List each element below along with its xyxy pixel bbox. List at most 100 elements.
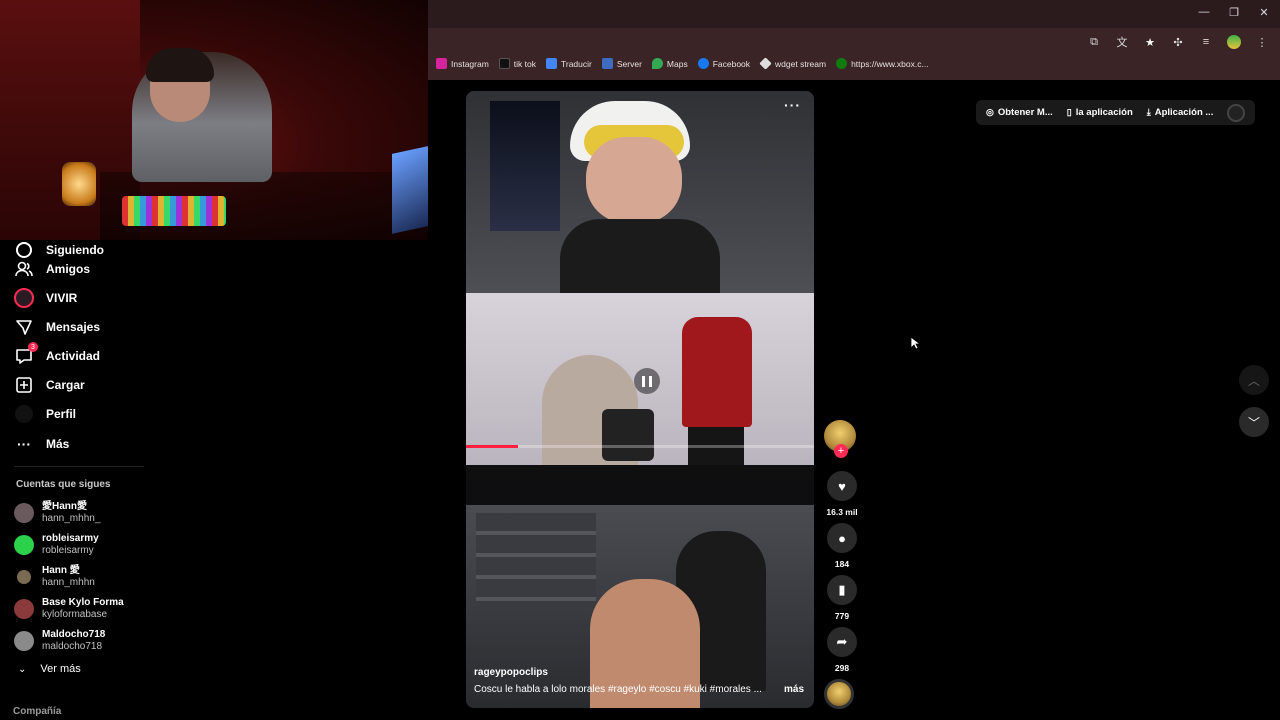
video-inner-progress-fill: [466, 445, 519, 448]
bookmark[interactable]: Instagram: [436, 58, 489, 69]
video-inner-progress: [466, 445, 814, 448]
bookmark-label: tik tok: [513, 58, 536, 69]
bookmark[interactable]: https://www.xbox.c...: [836, 58, 929, 69]
maps-icon: [651, 58, 663, 69]
close-icon[interactable]: ✕: [1254, 6, 1274, 19]
nav-more[interactable]: ··· Más: [14, 432, 69, 456]
like-count: 16.3 mil: [826, 507, 858, 517]
bookmark-icon[interactable]: ▮: [827, 575, 857, 605]
sidebar-divider: [14, 466, 144, 467]
following-account[interactable]: 愛Hann愛 hann_mhhn_: [14, 501, 100, 525]
video-face: [586, 137, 682, 223]
heart-icon[interactable]: ♥: [827, 471, 857, 501]
follow-plus-icon[interactable]: +: [834, 444, 848, 458]
restore-icon[interactable]: ❐: [1224, 6, 1244, 19]
following-account[interactable]: Hann 愛 hann_mhhn: [14, 565, 95, 589]
avatar: [14, 631, 34, 651]
widget-icon: [759, 57, 772, 70]
video-frame-top: [466, 91, 814, 293]
following-account[interactable]: robleisarmy robleisarmy: [14, 533, 99, 557]
nav-activity-label: Actividad: [46, 349, 101, 363]
user-avatar[interactable]: [1227, 103, 1246, 122]
next-video-button[interactable]: ﹀: [1239, 407, 1269, 437]
account-name: Base Kylo Forma: [42, 597, 124, 608]
share-icon[interactable]: ➦: [827, 627, 857, 657]
account-name: Hann 愛: [42, 565, 80, 576]
extensions-icon[interactable]: ✣: [1170, 34, 1186, 50]
media-icon[interactable]: ≡: [1198, 34, 1214, 50]
share-action[interactable]: ➦ 298: [824, 627, 860, 673]
bookmark[interactable]: wdget stream: [759, 57, 827, 70]
caption-more-link[interactable]: más: [784, 684, 804, 695]
phone-icon: ▯: [1066, 107, 1072, 117]
video-player[interactable]: ··· rageypopoclips Coscu le habla a lolo…: [466, 91, 814, 708]
bookmark-label: Facebook: [712, 58, 751, 69]
account-handle: robleisarmy: [42, 545, 94, 556]
webcam-overlay: [0, 0, 428, 240]
bookmark-label: wdget stream: [775, 58, 827, 69]
music-disc-icon[interactable]: [824, 679, 854, 709]
messages-icon: [14, 317, 34, 337]
translate-icon[interactable]: 文: [1114, 34, 1130, 50]
get-coins-button[interactable]: ◎ Obtener M...: [986, 107, 1053, 118]
profile-avatar-icon[interactable]: [1226, 34, 1242, 50]
coin-icon: ◎: [986, 107, 994, 117]
get-app-button[interactable]: ▯ la aplicación: [1067, 107, 1133, 118]
comment-action[interactable]: ● 184: [824, 523, 860, 569]
tiktok-page: ··· rageypopoclips Coscu le habla a lolo…: [428, 80, 1280, 720]
pause-button[interactable]: [634, 368, 660, 394]
account-name: robleisarmy: [42, 533, 99, 544]
bookmark[interactable]: Facebook: [697, 58, 751, 69]
bookmark[interactable]: Server: [601, 58, 642, 69]
menu-icon[interactable]: ⋮: [1254, 34, 1270, 50]
following-account[interactable]: Base Kylo Forma kyloformabase: [14, 597, 124, 621]
video-author[interactable]: rageypopoclips: [474, 667, 804, 678]
video-body: [560, 219, 720, 293]
following-account[interactable]: Maldocho718 maldocho718: [14, 629, 105, 653]
bookmark[interactable]: Traducir: [546, 58, 592, 69]
comment-icon[interactable]: ●: [827, 523, 857, 553]
install-app-icon[interactable]: ⧉: [1086, 34, 1102, 50]
bookmark[interactable]: tik tok: [498, 58, 536, 69]
see-more-button[interactable]: ⌄ Ver más: [18, 663, 81, 675]
friends-icon: [14, 259, 34, 279]
like-action[interactable]: ♥ 16.3 mil: [824, 471, 860, 517]
profile-icon: [14, 404, 34, 424]
bookmark-label: https://www.xbox.c...: [851, 58, 929, 69]
nav-profile[interactable]: Perfil: [14, 402, 76, 426]
see-more-label: Ver más: [40, 663, 81, 675]
video-microphone: [602, 409, 654, 461]
more-options-icon[interactable]: ···: [784, 97, 801, 113]
desktop-app-button[interactable]: ⤓ Aplicación ...: [1147, 107, 1214, 118]
save-action[interactable]: ▮ 779: [824, 575, 860, 621]
nav-following-label: Siguiendo: [46, 243, 104, 257]
nav-activity[interactable]: 3 Actividad: [14, 342, 101, 368]
nav-live-label: VIVIR: [46, 291, 78, 305]
webcam-monitor: [392, 146, 428, 234]
star-icon[interactable]: ★: [1142, 34, 1158, 50]
live-icon: [14, 288, 34, 308]
nav-upload-label: Cargar: [46, 378, 85, 392]
download-icon: ⤓: [1146, 107, 1151, 117]
minimize-icon[interactable]: —: [1194, 6, 1214, 18]
nav-more-label: Más: [46, 437, 70, 451]
previous-video-button[interactable]: ︿: [1239, 365, 1269, 395]
nav-profile-label: Perfil: [46, 407, 77, 421]
nav-friends[interactable]: Amigos: [14, 257, 90, 281]
account-handle: kyloformabase: [42, 609, 108, 620]
browser-toolbar: ⧉ 文 ★ ✣ ≡ ⋮: [1086, 34, 1270, 50]
video-caption: rageypopoclips Coscu le habla a lolo mor…: [474, 667, 804, 695]
nav-upload[interactable]: Cargar: [14, 373, 85, 397]
bookmark-label: Instagram: [451, 58, 489, 69]
desktop-app-label: Aplicación ...: [1154, 107, 1214, 118]
more-icon: ···: [17, 436, 31, 452]
activity-badge: 3: [28, 342, 38, 352]
nav-messages[interactable]: Mensajes: [14, 315, 100, 339]
company-heading: Compañía: [13, 706, 62, 717]
nav-messages-label: Mensajes: [46, 320, 101, 334]
save-count: 779: [834, 611, 850, 621]
nav-live[interactable]: VIVIR: [14, 286, 77, 310]
video-description: Coscu le habla a lolo morales #rageylo #…: [474, 684, 762, 695]
video-frame-separator: [466, 479, 814, 505]
bookmark[interactable]: Maps: [651, 58, 688, 69]
